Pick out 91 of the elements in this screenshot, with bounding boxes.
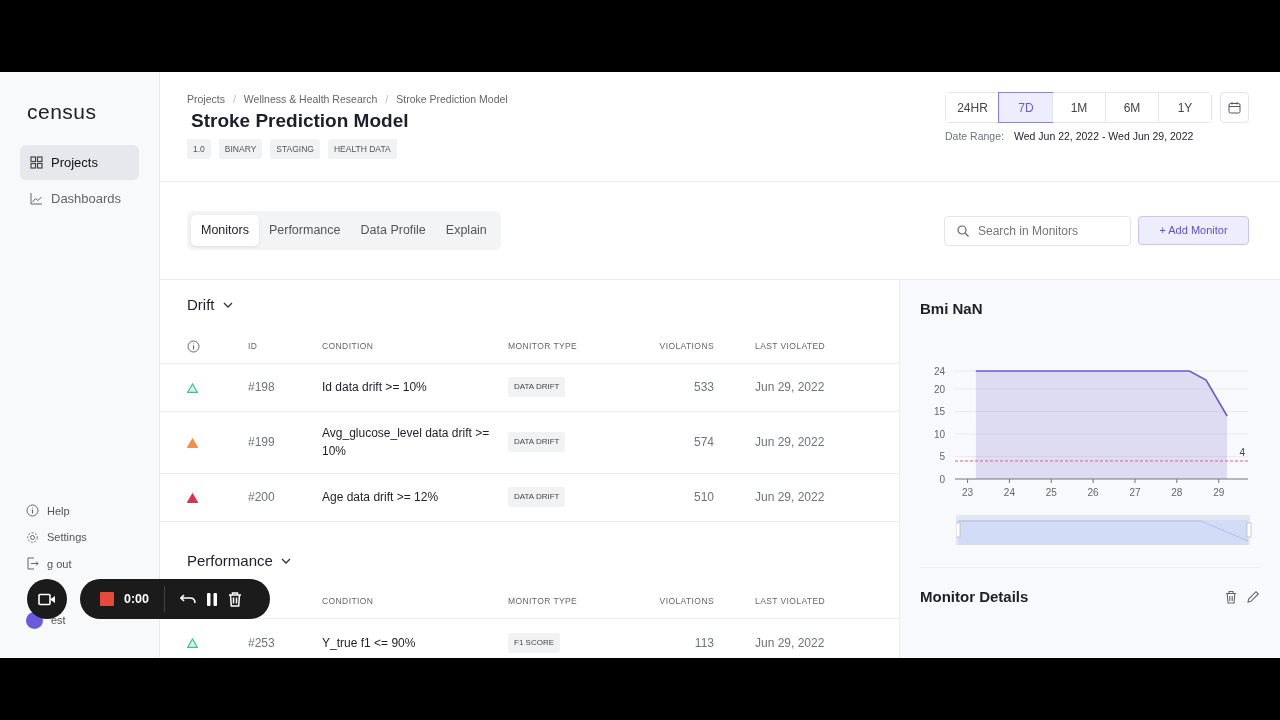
calendar-icon — [1228, 101, 1241, 114]
last-violated-date: Jun 29, 2022 — [754, 379, 826, 397]
last-violated-date: Jun 29, 2022 — [754, 489, 826, 507]
recording-timer: 0:00 — [124, 590, 150, 608]
monitor-type: DATA DRIFT — [508, 487, 566, 508]
tab[interactable]: Performance — [258, 215, 351, 247]
logo: census — [27, 99, 98, 125]
sidebar-link[interactable]: g out — [20, 550, 78, 577]
tag: HEALTH DATA — [327, 138, 397, 160]
x-tick-label: 23 — [962, 486, 974, 498]
tag: BINARY — [218, 138, 263, 160]
edit-icon[interactable] — [1246, 589, 1260, 604]
pause-icon[interactable] — [206, 592, 219, 606]
range-slider-drawing[interactable] — [956, 514, 1252, 547]
period-button[interactable]: 1Y — [1158, 93, 1211, 122]
breadcrumb-link[interactable]: Wellness & Health Research — [243, 92, 378, 108]
tag: STAGING — [270, 138, 320, 160]
period-button[interactable]: 7D — [999, 93, 1052, 122]
tab[interactable]: Monitors — [191, 215, 259, 247]
monitor-id: #253 — [248, 634, 276, 652]
column-header: MONITOR TYPE — [508, 339, 579, 353]
y-tick-label: 24 — [933, 365, 945, 377]
y-tick-label: 0 — [939, 473, 945, 485]
add-monitor-button[interactable]: + Add Monitor — [1138, 216, 1249, 246]
y-tick-label: 15 — [933, 405, 945, 417]
calendar-button[interactable] — [1220, 92, 1249, 123]
y-tick-label: 5 — [939, 450, 945, 462]
monitor-type: DATA DRIFT — [508, 432, 566, 453]
breadcrumb-link[interactable]: Projects — [187, 92, 225, 108]
monitor-condition: Age data drift >= 12% — [322, 489, 440, 507]
user-name: est — [51, 613, 66, 629]
y-tick-label: 20 — [933, 383, 945, 395]
settings-icon — [26, 530, 39, 544]
violation-count: 510 — [692, 489, 714, 507]
column-header: ID — [248, 339, 259, 353]
violation-count: 574 — [692, 434, 714, 452]
monitor-id: #198 — [248, 379, 276, 397]
breadcrumb-separator: / — [232, 92, 236, 107]
y-tick-label: 10 — [933, 428, 945, 440]
column-header: CONDITION — [322, 339, 375, 353]
search-icon — [957, 224, 969, 237]
x-tick-label: 26 — [1087, 486, 1099, 498]
chevron-down-icon[interactable] — [280, 557, 291, 564]
sidebar-link[interactable]: Help — [20, 497, 76, 524]
monitor-id: #199 — [248, 434, 276, 452]
grid-icon — [30, 155, 43, 169]
x-tick-label: 28 — [1171, 486, 1183, 498]
column-header: VIOLATIONS — [658, 595, 714, 608]
sidebar-item[interactable]: Projects — [20, 144, 139, 180]
panel-title: Bmi NaN — [920, 299, 984, 320]
column-header: MONITOR TYPE — [508, 595, 579, 608]
monitor-type: F1 SCORE — [508, 632, 560, 653]
monitor-condition: Avg_glucose_level data drift >= 10% — [322, 425, 491, 461]
video-camera-icon — [38, 592, 56, 606]
x-tick-label: 29 — [1213, 486, 1225, 498]
info-icon — [26, 504, 39, 518]
date-range-label: Date Range: — [945, 129, 1004, 144]
undo-icon[interactable] — [180, 593, 197, 605]
monitor-condition: Id data drift >= 10% — [322, 379, 428, 397]
section-title: Drift — [187, 295, 215, 316]
column-header: LAST VIOLATED — [754, 339, 827, 353]
column-header: LAST VIOLATED — [754, 595, 827, 608]
monitor-id: #200 — [248, 489, 276, 507]
breadcrumb-separator: / — [385, 92, 389, 107]
info-icon — [187, 339, 200, 353]
line-chart-icon — [30, 192, 43, 206]
last-violated-date: Jun 29, 2022 — [754, 434, 826, 452]
tab[interactable]: Explain — [435, 215, 497, 247]
last-violated-date: Jun 29, 2022 — [754, 634, 826, 652]
sidebar-item[interactable]: Dashboards — [20, 181, 139, 217]
threshold-label: 4 — [1239, 446, 1245, 458]
x-tick-label: 24 — [1003, 486, 1015, 498]
date-range-value: Wed Jun 22, 2022 - Wed Jun 29, 2022 — [1013, 129, 1194, 144]
monitor-type: DATA DRIFT — [508, 377, 566, 398]
column-header: CONDITION — [322, 595, 375, 608]
x-tick-label: 27 — [1129, 486, 1141, 498]
violation-count: 533 — [692, 379, 714, 397]
logout-icon — [26, 557, 39, 571]
page-title: Stroke Prediction Model — [191, 109, 410, 133]
sidebar-link[interactable]: Settings — [20, 524, 93, 551]
x-tick-label: 25 — [1045, 486, 1057, 498]
tab[interactable]: Data Profile — [350, 215, 436, 247]
panel-title: Monitor Details — [920, 586, 1029, 607]
monitor-condition: Y_true f1 <= 90% — [322, 634, 417, 652]
column-header: VIOLATIONS — [658, 339, 714, 353]
search-field[interactable]: Search in Monitors — [944, 215, 1131, 246]
section-title: Performance — [187, 550, 273, 571]
chevron-down-icon[interactable] — [222, 302, 233, 309]
violation-count: 113 — [693, 634, 714, 652]
tag: 1.0 — [187, 138, 211, 160]
breadcrumb-current: Stroke Prediction Model — [396, 92, 508, 107]
